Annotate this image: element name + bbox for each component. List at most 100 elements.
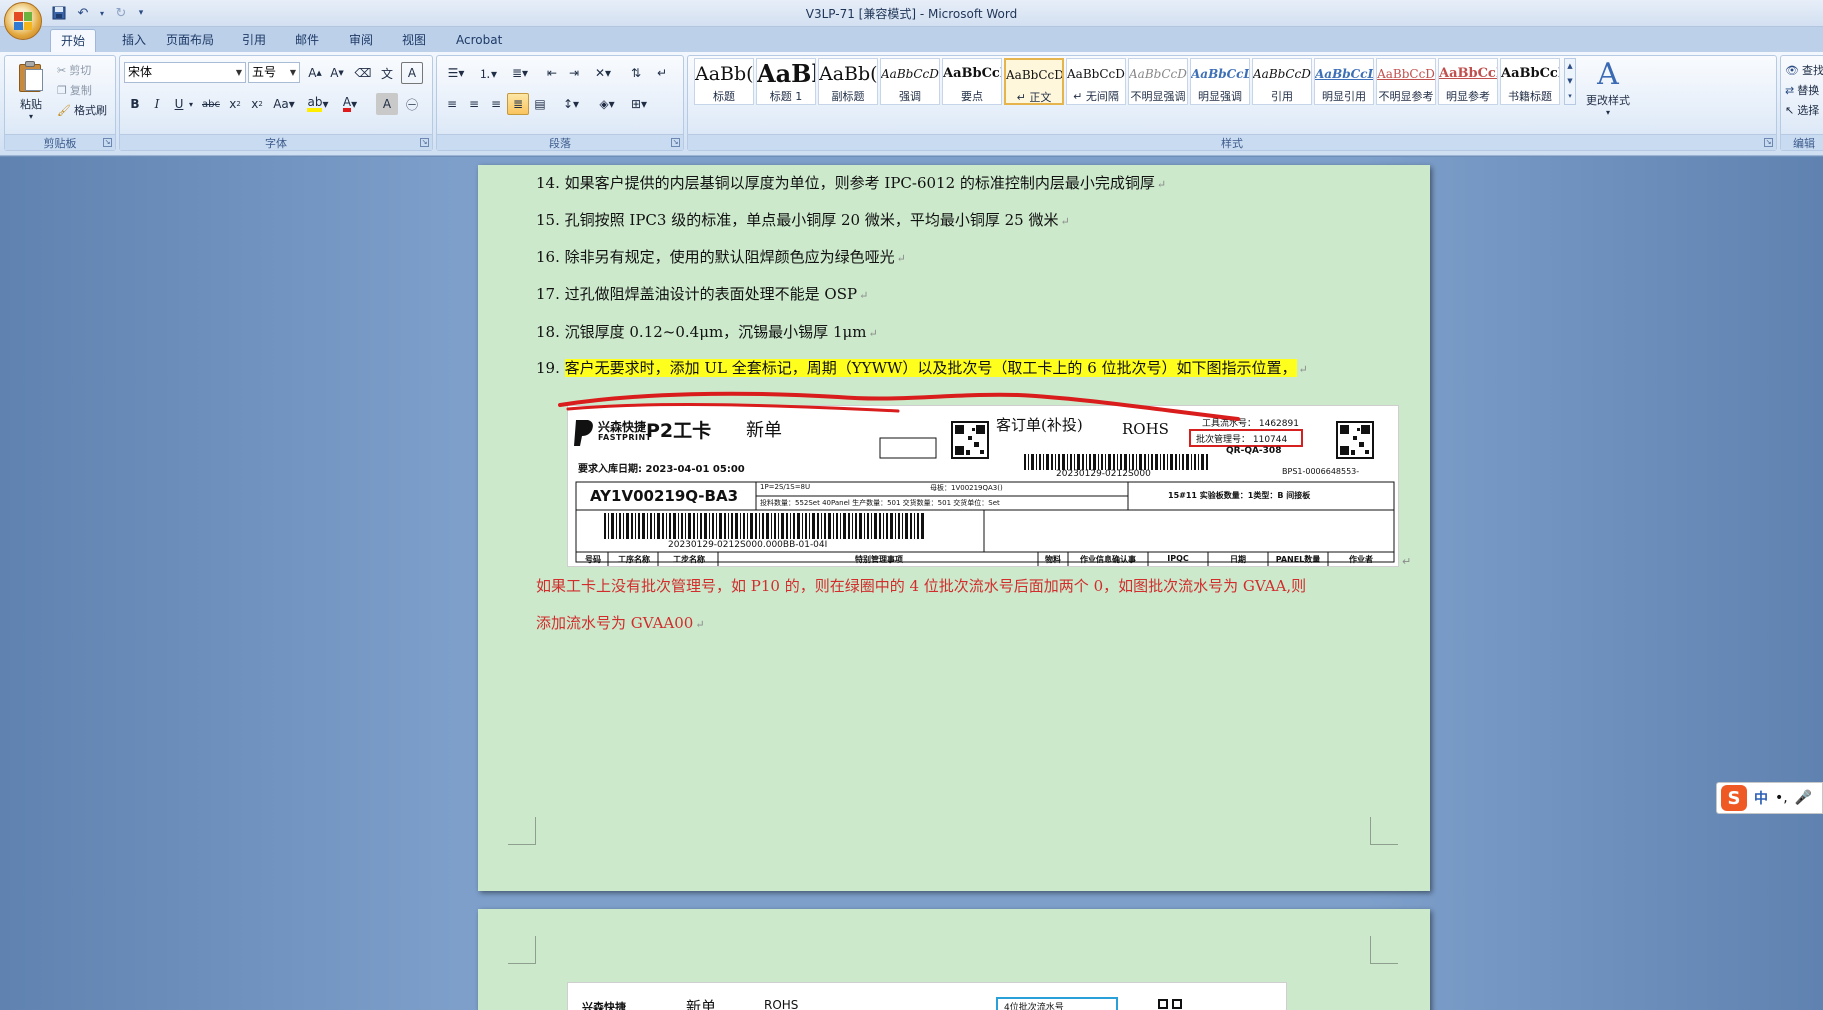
font-color-icon[interactable]: A ▾ bbox=[336, 93, 364, 115]
subscript-icon[interactable]: x2 bbox=[224, 93, 246, 115]
show-marks-icon[interactable]: ↵ bbox=[651, 62, 673, 84]
clipboard-launcher-icon[interactable]: ↘ bbox=[103, 138, 112, 147]
styles-gallery-scroll[interactable]: ▲ ▼ ▾ bbox=[1564, 58, 1576, 105]
style-intense-emphasis[interactable]: AaBbCcDd 明显强调 bbox=[1190, 58, 1250, 105]
select-button[interactable]: ↖ 选择 bbox=[1785, 102, 1819, 118]
align-right-icon[interactable]: ≡ bbox=[485, 93, 507, 115]
style-strong[interactable]: AaBbCcD 要点 bbox=[942, 58, 1002, 105]
office-button[interactable] bbox=[4, 2, 42, 40]
list-item[interactable]: 16. 除非另有规定，使用的默认阻焊颜色应为绿色哑光 ↵ bbox=[536, 246, 906, 267]
microphone-icon[interactable]: 🎤 bbox=[1795, 790, 1812, 806]
bullets-icon[interactable]: ☰▾ bbox=[441, 62, 471, 84]
style-title[interactable]: AaBb(标题 bbox=[694, 58, 754, 105]
italic-icon[interactable]: I bbox=[146, 93, 168, 115]
document-workspace[interactable]: 14. 如果客户提供的内层基铜以厚度为单位，则参考 IPC-6012 的标准控制… bbox=[0, 157, 1823, 1010]
decrease-indent-icon[interactable]: ⇤ bbox=[541, 62, 563, 84]
grow-font-icon[interactable]: A ▲ bbox=[304, 62, 326, 84]
underline-dropdown-icon[interactable]: ▾ bbox=[186, 93, 196, 115]
font-name-combo[interactable]: 宋体 ▼ bbox=[124, 62, 246, 83]
format-painter-button[interactable]: 🖌 格式刷 bbox=[57, 102, 107, 118]
red-note-line[interactable]: 如果工卡上没有批次管理号，如 P10 的，则在绿圈中的 4 位批次流水号后面加两… bbox=[536, 575, 1306, 596]
font-launcher-icon[interactable]: ↘ bbox=[420, 138, 429, 147]
style-subtle-emphasis[interactable]: AaBbCcDd 不明显强调 bbox=[1128, 58, 1188, 105]
document-page[interactable]: 兴森快捷 新单 ROHS 4位批次流水号 bbox=[478, 909, 1430, 1010]
tab-view[interactable]: 视图 bbox=[392, 29, 436, 52]
copy-button[interactable]: ❐ 复制 bbox=[57, 82, 92, 98]
style-preview: AaBbCcDd bbox=[1067, 67, 1125, 81]
list-item[interactable]: 14. 如果客户提供的内层基铜以厚度为单位，则参考 IPC-6012 的标准控制… bbox=[536, 172, 1166, 193]
align-center-icon[interactable]: ≡ bbox=[463, 93, 485, 115]
clear-format-icon[interactable]: ⌫ bbox=[352, 62, 374, 84]
tab-review[interactable]: 审阅 bbox=[339, 29, 383, 52]
change-case-icon[interactable]: Aa▾ bbox=[270, 93, 298, 115]
paragraph-mark-icon: ↵ bbox=[1060, 215, 1070, 228]
shading-icon[interactable]: ◈▾ bbox=[593, 93, 621, 115]
justify-icon[interactable]: ≣ bbox=[507, 93, 529, 115]
tab-mailings[interactable]: 邮件 bbox=[285, 29, 329, 52]
enclose-char-icon[interactable]: ㊀ bbox=[401, 93, 423, 115]
paste-button[interactable]: 粘贴 ▾ bbox=[11, 60, 51, 130]
replace-button[interactable]: ⇄ 替换 bbox=[1785, 82, 1819, 98]
list-item[interactable]: 15. 孔铜按照 IPC3 级的标准，单点最小铜厚 20 微米，平均最小铜厚 2… bbox=[536, 209, 1070, 230]
chevron-down-icon: ▼ bbox=[235, 68, 243, 77]
scroll-up-icon[interactable]: ▲ bbox=[1565, 59, 1575, 74]
char-border-icon[interactable]: A bbox=[401, 62, 423, 84]
tab-acrobat[interactable]: Acrobat bbox=[446, 29, 512, 52]
strikethrough-icon[interactable]: abc bbox=[200, 93, 222, 115]
numbering-icon[interactable]: ⒈▾ bbox=[473, 62, 503, 84]
ime-punctuation[interactable]: •, bbox=[1775, 790, 1788, 806]
borders-icon[interactable]: ⊞▾ bbox=[625, 93, 653, 115]
style-quote[interactable]: AaBbCcDd 引用 bbox=[1252, 58, 1312, 105]
list-item[interactable]: 18. 沉银厚度 0.12~0.4μm，沉锡最小锡厚 1μm ↵ bbox=[536, 321, 878, 342]
style-subtitle[interactable]: AaBb(副标题 bbox=[818, 58, 878, 105]
cut-button[interactable]: ✂ 剪切 bbox=[57, 62, 91, 78]
tab-references[interactable]: 引用 bbox=[232, 29, 276, 52]
style-book-title[interactable]: AaBbCcI 书籍标题 bbox=[1500, 58, 1560, 105]
list-item-highlighted[interactable]: 19. 客户无要求时，添加 UL 全套标记，周期（YYWW）以及批次号（取工卡上… bbox=[536, 357, 1308, 378]
paragraph-mark-icon: ↵ bbox=[1298, 363, 1308, 376]
multilevel-list-icon[interactable]: ≣▾ bbox=[505, 62, 535, 84]
document-page[interactable]: 14. 如果客户提供的内层基铜以厚度为单位，则参考 IPC-6012 的标准控制… bbox=[478, 165, 1430, 891]
red-note-line[interactable]: 添加流水号为 GVAA00 ↵ bbox=[536, 612, 705, 633]
card-type: P2工卡 bbox=[646, 420, 712, 442]
tab-insert[interactable]: 插入 bbox=[112, 29, 156, 52]
tab-home[interactable]: 开始 bbox=[50, 29, 97, 52]
superscript-icon[interactable]: x2 bbox=[246, 93, 268, 115]
shrink-font-icon[interactable]: A ▼ bbox=[326, 62, 348, 84]
style-intense-reference[interactable]: AaBbCcI 明显参考 bbox=[1438, 58, 1498, 105]
chinese-layout-icon[interactable]: ✕▾ bbox=[589, 62, 617, 84]
distributed-icon[interactable]: ▤ bbox=[529, 93, 551, 115]
tab-page-layout[interactable]: 页面布局 bbox=[156, 29, 224, 52]
find-button[interactable]: 👁 查找 bbox=[1785, 62, 1823, 78]
line-text: 16. 除非另有规定，使用的默认阻焊颜色应为绿色哑光 bbox=[536, 248, 895, 266]
paragraph-mark-icon: ↵ bbox=[896, 252, 906, 265]
styles-launcher-icon[interactable]: ↘ bbox=[1764, 138, 1773, 147]
paragraph-mark-icon: ↵ bbox=[1402, 555, 1412, 568]
change-styles-button[interactable]: A 更改样式 ▾ bbox=[1581, 58, 1635, 118]
ime-toolbar[interactable]: S 中 •, 🎤 bbox=[1716, 782, 1823, 814]
style-normal[interactable]: AaBbCcDd ↵ 正文 bbox=[1004, 58, 1064, 105]
style-emphasis[interactable]: AaBbCcDd 强调 bbox=[880, 58, 940, 105]
style-no-spacing[interactable]: AaBbCcDd ↵ 无间隔 bbox=[1066, 58, 1126, 105]
style-subtle-reference[interactable]: AaBbCcD 不明显参考 bbox=[1376, 58, 1436, 105]
scroll-down-icon[interactable]: ▼ bbox=[1565, 74, 1575, 89]
highlight-icon[interactable]: ab ▾ bbox=[304, 93, 332, 115]
style-heading-1[interactable]: AaBl 标题 1 bbox=[756, 58, 816, 105]
font-size-combo[interactable]: 五号 ▼ bbox=[248, 62, 300, 83]
style-intense-quote[interactable]: AaBbCcDd 明显引用 bbox=[1314, 58, 1374, 105]
work-card-image[interactable]: 兴森快捷 FASTPRINT P2工卡 新单 客订单(补投) ROHS 工具流水… bbox=[567, 405, 1399, 567]
ime-language[interactable]: 中 bbox=[1754, 788, 1768, 808]
increase-indent-icon[interactable]: ⇥ bbox=[563, 62, 585, 84]
work-card-image[interactable]: 兴森快捷 新单 ROHS 4位批次流水号 bbox=[567, 982, 1287, 1010]
style-name: 不明显参考 bbox=[1378, 90, 1434, 103]
line-spacing-icon[interactable]: ↕▾ bbox=[557, 93, 585, 115]
style-name: 引用 bbox=[1271, 90, 1293, 103]
list-item[interactable]: 17. 过孔做阻焊盖油设计的表面处理不能是 OSP ↵ bbox=[536, 283, 868, 304]
bold-icon[interactable]: B bbox=[124, 93, 146, 115]
phonetic-guide-icon[interactable]: 文 bbox=[376, 62, 398, 84]
paragraph-launcher-icon[interactable]: ↘ bbox=[671, 138, 680, 147]
align-left-icon[interactable]: ≡ bbox=[441, 93, 463, 115]
sort-icon[interactable]: ⇅ bbox=[625, 62, 647, 84]
more-icon[interactable]: ▾ bbox=[1565, 89, 1575, 104]
char-shading-icon[interactable]: A bbox=[376, 93, 398, 115]
